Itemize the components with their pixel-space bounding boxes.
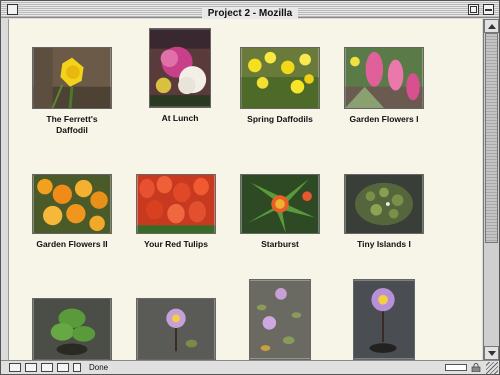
gallery-caption[interactable]: Starburst [239,239,321,250]
gallery-caption[interactable]: Garden Flowers II [31,239,113,250]
water-lily-photo[interactable] [136,298,216,360]
gallery-caption[interactable]: At Lunch [139,113,221,124]
red-tulips-photo[interactable] [136,174,216,234]
navigator-icon[interactable] [9,363,21,372]
scroll-thumb[interactable] [485,33,498,243]
gallery-item[interactable]: Tiny Islands I [343,174,425,250]
progress-meter [445,364,467,371]
gallery-item[interactable] [135,298,217,360]
resize-grip-icon[interactable] [486,362,498,374]
tiny-islands-photo[interactable] [344,174,424,234]
zoom-box-icon[interactable] [468,4,479,15]
gallery-item[interactable]: Starburst [239,174,321,250]
gallery-caption[interactable]: Spring Daffodils [239,114,321,125]
title-bar[interactable]: Project 2 - Mozilla [1,1,499,20]
spring-daffodils-photo[interactable] [240,47,320,109]
composer-icon[interactable] [41,363,53,372]
scroll-down-button[interactable] [484,346,499,360]
online-status-icon[interactable] [73,363,81,372]
page-content: The Ferrett's Daffodil At Lunch Spring D… [8,19,482,360]
gallery-item[interactable]: Your Red Tulips [135,174,217,250]
daffodil-photo[interactable] [32,47,112,109]
scroll-up-button[interactable] [484,19,499,33]
gallery-item[interactable]: Spring Daffodils [239,47,321,125]
vertical-scrollbar[interactable] [483,19,499,360]
status-bar: Done [1,360,499,374]
up-arrow-icon [488,24,496,29]
address-book-icon[interactable] [57,363,69,372]
browser-window: Project 2 - Mozilla The Ferrett's Daffod… [0,0,500,375]
gallery-item[interactable]: Garden Flowers II [31,174,113,250]
down-arrow-icon [488,351,496,356]
gallery-caption[interactable]: The Ferrett's Daffodil [31,114,113,136]
gallery-item[interactable] [353,279,415,360]
collapse-box-icon[interactable] [483,4,494,15]
at-lunch-photo[interactable] [149,28,211,108]
garden-flowers-i-photo[interactable] [344,47,424,109]
gallery-caption[interactable]: Garden Flowers I [343,114,425,125]
gallery-item[interactable]: Garden Flowers I [343,47,425,125]
purple-lily-photo[interactable] [353,279,415,360]
gallery-item[interactable] [31,298,113,360]
gallery-item[interactable]: The Ferrett's Daffodil [31,47,113,136]
mail-icon[interactable] [25,363,37,372]
gallery-item[interactable] [249,279,311,360]
lily-pads-photo[interactable] [249,279,311,360]
water-plant-photo[interactable] [32,298,112,360]
starburst-photo[interactable] [240,174,320,234]
gallery-item[interactable]: At Lunch [139,28,221,124]
gallery-caption[interactable]: Tiny Islands I [343,239,425,250]
gallery-caption[interactable]: Your Red Tulips [135,239,217,250]
garden-flowers-ii-photo[interactable] [32,174,112,234]
lock-icon[interactable] [471,363,481,372]
status-text: Done [89,363,109,372]
